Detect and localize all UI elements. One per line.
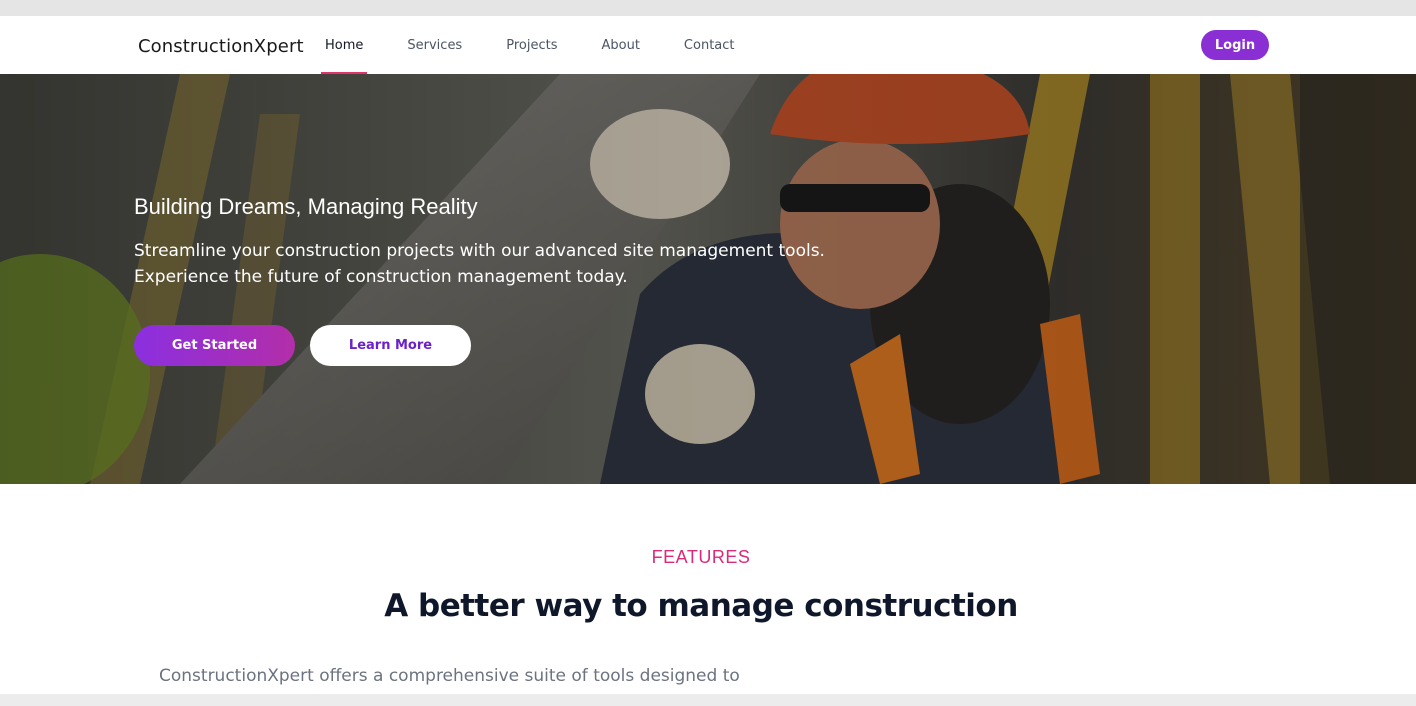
nav-link-contact[interactable]: Contact	[680, 16, 739, 74]
hero-subtitle-line2: Experience the future of construction ma…	[134, 267, 628, 287]
learn-more-button[interactable]: Learn More	[310, 325, 471, 366]
hero-subtitle-line1: Streamline your construction projects wi…	[134, 241, 825, 261]
nav-link-about[interactable]: About	[597, 16, 643, 74]
get-started-button[interactable]: Get Started	[134, 325, 295, 366]
nav-link-services[interactable]: Services	[403, 16, 466, 74]
hero-subtitle: Streamline your construction projects wi…	[134, 238, 834, 290]
navbar: ConstructionXpert Home Services Projects…	[0, 16, 1416, 74]
features-title: A better way to manage construction	[384, 588, 1018, 624]
brand-logo-text[interactable]: ConstructionXpert	[138, 36, 304, 57]
features-description: ConstructionXpert offers a comprehensive…	[159, 666, 740, 686]
bottom-strip	[0, 694, 1416, 706]
nav-link-projects[interactable]: Projects	[502, 16, 561, 74]
hero-title: Building Dreams, Managing Reality	[134, 194, 478, 219]
nav-links: Home Services Projects About Contact	[321, 16, 775, 74]
features-label: FEATURES	[651, 547, 751, 567]
login-button[interactable]: Login	[1201, 30, 1269, 60]
nav-link-home[interactable]: Home	[321, 16, 368, 74]
hero-section: Building Dreams, Managing Reality Stream…	[0, 74, 1416, 484]
